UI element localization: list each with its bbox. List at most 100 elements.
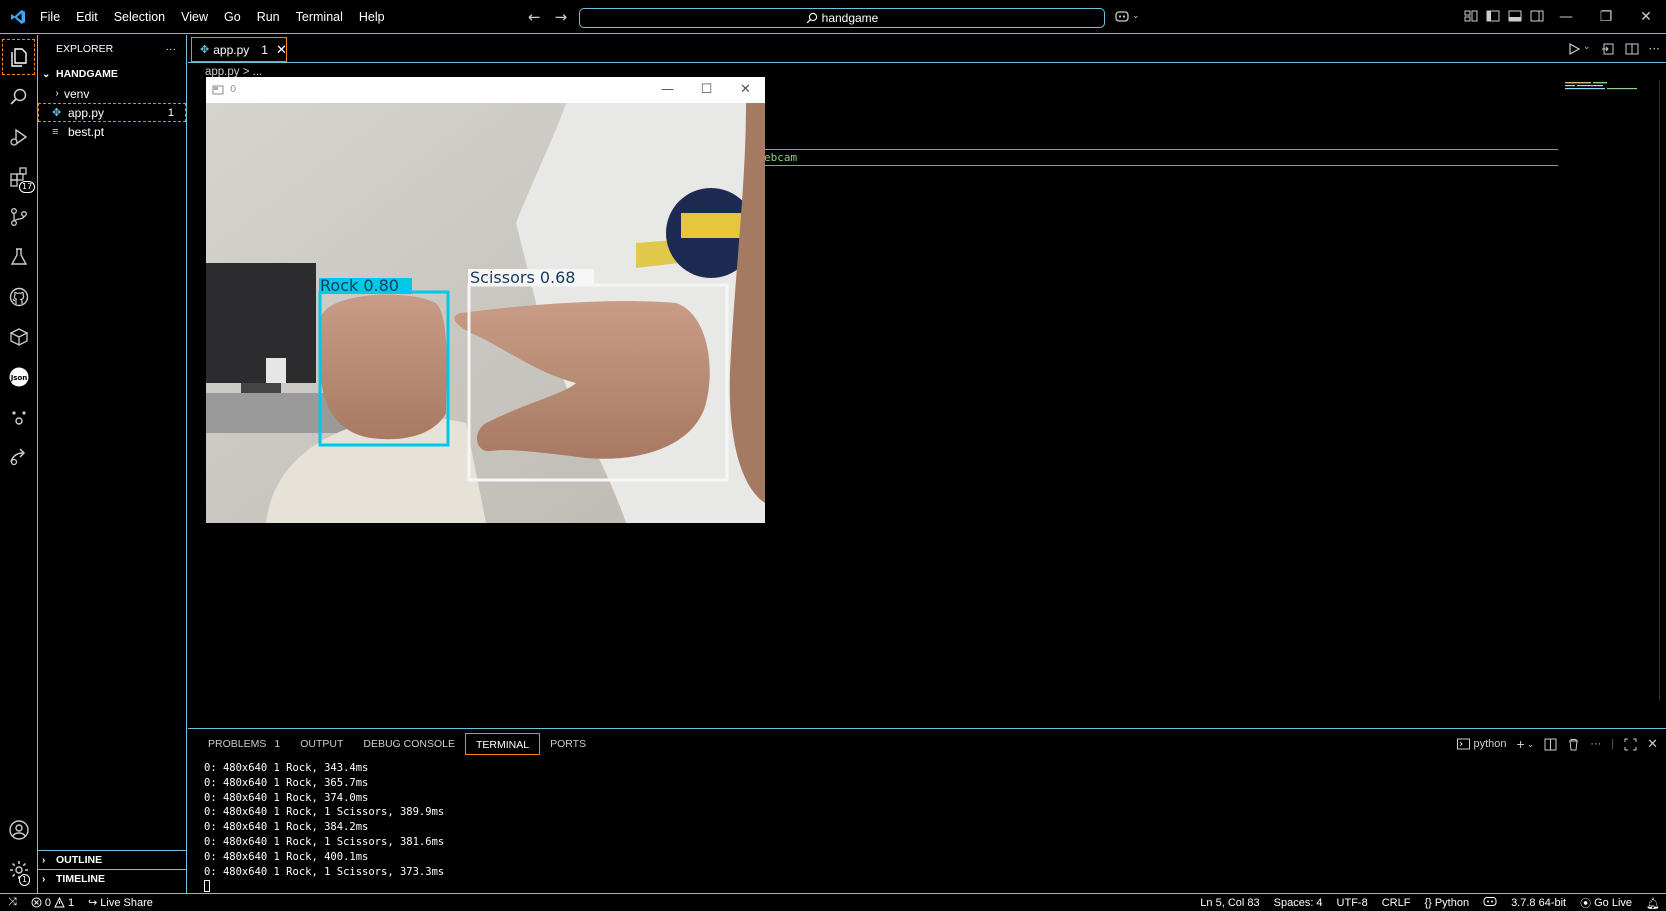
remote-explorer-icon[interactable] xyxy=(0,317,37,357)
copilot-menu-button[interactable]: ⌄ xyxy=(1114,9,1140,23)
terminal-instance-selector[interactable]: python xyxy=(1457,738,1507,750)
close-icon[interactable]: ✕ xyxy=(276,42,287,58)
explorer-sidebar: EXPLORER ··· ⌄ HANDGAME › venv ✥ app.py … xyxy=(38,35,187,893)
more-actions-icon[interactable]: ··· xyxy=(1590,738,1601,750)
tree-item-venv[interactable]: › venv xyxy=(38,84,186,103)
json-icon[interactable]: Json xyxy=(0,357,37,397)
restore-icon[interactable]: ❐ xyxy=(1586,0,1626,34)
explorer-more-button[interactable]: ··· xyxy=(166,43,177,55)
menu-edit[interactable]: Edit xyxy=(68,0,106,34)
menu-view[interactable]: View xyxy=(173,0,216,34)
more-actions-icon[interactable]: ··· xyxy=(1649,42,1660,56)
cursor-position[interactable]: Ln 5, Col 83 xyxy=(1200,897,1259,909)
explorer-header: EXPLORER ··· xyxy=(38,35,186,63)
language-mode[interactable]: {} Python xyxy=(1424,897,1469,909)
terminal-output[interactable]: 0: 480x640 1 Rock, 343.4ms 0: 480x640 1 R… xyxy=(204,761,444,894)
run-debug-icon[interactable] xyxy=(0,117,37,157)
menu-run[interactable]: Run xyxy=(249,0,288,34)
search-sidebar-icon[interactable] xyxy=(0,77,37,117)
python-interpreter[interactable]: 3.7.8 64-bit xyxy=(1511,897,1566,909)
bottom-panel: PROBLEMS 1 OUTPUT DEBUG CONSOLE TERMINAL … xyxy=(188,728,1666,893)
live-share-button[interactable]: ↪ Live Share xyxy=(88,896,153,910)
tab-ports[interactable]: PORTS xyxy=(540,733,596,755)
remote-indicator-icon[interactable]: ⤨ xyxy=(8,896,17,909)
chevron-down-icon[interactable]: ⌄ xyxy=(1527,739,1535,750)
menu-help[interactable]: Help xyxy=(351,0,393,34)
tree-item-best-pt[interactable]: ≡ best.pt xyxy=(38,122,186,141)
close-window-icon[interactable]: ✕ xyxy=(1626,0,1666,34)
encoding[interactable]: UTF-8 xyxy=(1337,897,1368,909)
problems-badge: 1 xyxy=(274,738,281,750)
close-icon[interactable]: ✕ xyxy=(726,77,765,102)
copilot-icon xyxy=(1115,11,1129,22)
timeline-section-header[interactable]: › TIMELINE xyxy=(38,869,186,888)
chevron-down-icon: ⌄ xyxy=(1132,11,1140,21)
run-file-icon[interactable] xyxy=(1567,42,1581,56)
accounts-icon[interactable] xyxy=(0,810,37,850)
vscode-logo-icon xyxy=(6,5,30,29)
chevron-right-icon: › xyxy=(55,88,59,99)
back-arrow-icon[interactable]: ← xyxy=(528,8,541,26)
camera-window[interactable]: 0 — ☐ ✕ Rock 0.80 Scissors 0.68 xyxy=(206,77,765,523)
problems-status[interactable]: 0 1 xyxy=(31,897,74,909)
camera-window-titlebar[interactable]: 0 — ☐ ✕ xyxy=(206,77,765,102)
editor-scrollbar[interactable] xyxy=(1659,80,1666,700)
minimap[interactable] xyxy=(1565,80,1657,100)
navigation-arrows: ← → xyxy=(528,8,567,26)
toggle-sidebar-icon[interactable] xyxy=(1486,9,1500,23)
command-center-search[interactable]: handgame xyxy=(579,8,1105,28)
indentation[interactable]: Spaces: 4 xyxy=(1274,897,1323,909)
command-center-label: handgame xyxy=(821,11,879,25)
menu-selection[interactable]: Selection xyxy=(106,0,173,34)
minimize-icon[interactable]: — xyxy=(648,77,687,102)
tab-app-py[interactable]: ✥ app.py 1 ✕ xyxy=(191,37,287,62)
live-share-face-icon[interactable] xyxy=(0,397,37,437)
github-icon[interactable] xyxy=(0,277,37,317)
trash-icon[interactable] xyxy=(1567,738,1580,751)
go-live-label: Go Live xyxy=(1594,897,1633,909)
window-controls: — ❐ ✕ xyxy=(1546,0,1666,34)
tab-terminal[interactable]: TERMINAL xyxy=(464,733,541,755)
scissors-detection-label: Scissors 0.68 xyxy=(470,268,576,287)
tab-output[interactable]: OUTPUT xyxy=(290,733,353,755)
chevron-down-icon[interactable]: ⌄ xyxy=(1583,42,1591,56)
toggle-panel-icon[interactable] xyxy=(1508,9,1522,23)
split-terminal-icon[interactable] xyxy=(1544,738,1557,751)
warning-count: 1 xyxy=(67,896,75,909)
source-control-icon[interactable] xyxy=(0,197,37,237)
extensions-icon[interactable]: 17 xyxy=(0,157,37,197)
toggle-secondary-sidebar-icon[interactable] xyxy=(1530,9,1544,23)
go-live-button[interactable]: ⦿ Go Live xyxy=(1580,895,1632,911)
notifications-bell-icon[interactable]: 🔔︎ xyxy=(1646,897,1660,910)
tab-debug-console[interactable]: DEBUG CONSOLE xyxy=(353,733,465,755)
problem-count-badge: 1 xyxy=(167,106,174,119)
menu-terminal[interactable]: Terminal xyxy=(288,0,351,34)
webcam-feed-image: Rock 0.80 Scissors 0.68 xyxy=(206,103,765,523)
tab-problems[interactable]: PROBLEMS 1 xyxy=(198,733,290,755)
testing-flask-icon[interactable] xyxy=(0,237,37,277)
live-share-icon: ↪ xyxy=(88,897,98,909)
minimize-icon[interactable]: — xyxy=(1546,0,1586,34)
maximize-panel-icon[interactable] xyxy=(1624,738,1637,751)
customize-layout-icon[interactable] xyxy=(1464,9,1478,23)
settings-gear-icon[interactable]: 1 xyxy=(0,850,37,890)
maximize-icon[interactable]: ☐ xyxy=(687,77,726,102)
menu-file[interactable]: File xyxy=(32,0,68,34)
outline-section-header[interactable]: › OUTLINE xyxy=(38,850,186,869)
close-panel-icon[interactable]: ✕ xyxy=(1647,736,1658,752)
share-arrow-icon[interactable] xyxy=(0,437,37,477)
end-of-line[interactable]: CRLF xyxy=(1382,897,1411,909)
copilot-status-icon[interactable] xyxy=(1483,896,1497,910)
explorer-icon[interactable] xyxy=(0,37,37,77)
menu-go[interactable]: Go xyxy=(216,0,249,34)
open-changes-icon[interactable] xyxy=(1601,42,1615,56)
current-line-highlight-top xyxy=(764,149,1558,150)
panel-tab-bar: PROBLEMS 1 OUTPUT DEBUG CONSOLE TERMINAL … xyxy=(188,729,1666,759)
new-terminal-icon[interactable]: + xyxy=(1517,736,1525,752)
tree-item-app-py[interactable]: ✥ app.py 1 xyxy=(38,103,186,122)
terminal-line: 0: 480x640 1 Rock, 1 Scissors, 381.6ms xyxy=(204,835,445,848)
workspace-folder-header[interactable]: ⌄ HANDGAME xyxy=(38,64,186,84)
activity-bar: 17 Json 1 xyxy=(0,35,38,893)
split-editor-icon[interactable] xyxy=(1625,42,1639,56)
forward-arrow-icon[interactable]: → xyxy=(555,8,568,26)
